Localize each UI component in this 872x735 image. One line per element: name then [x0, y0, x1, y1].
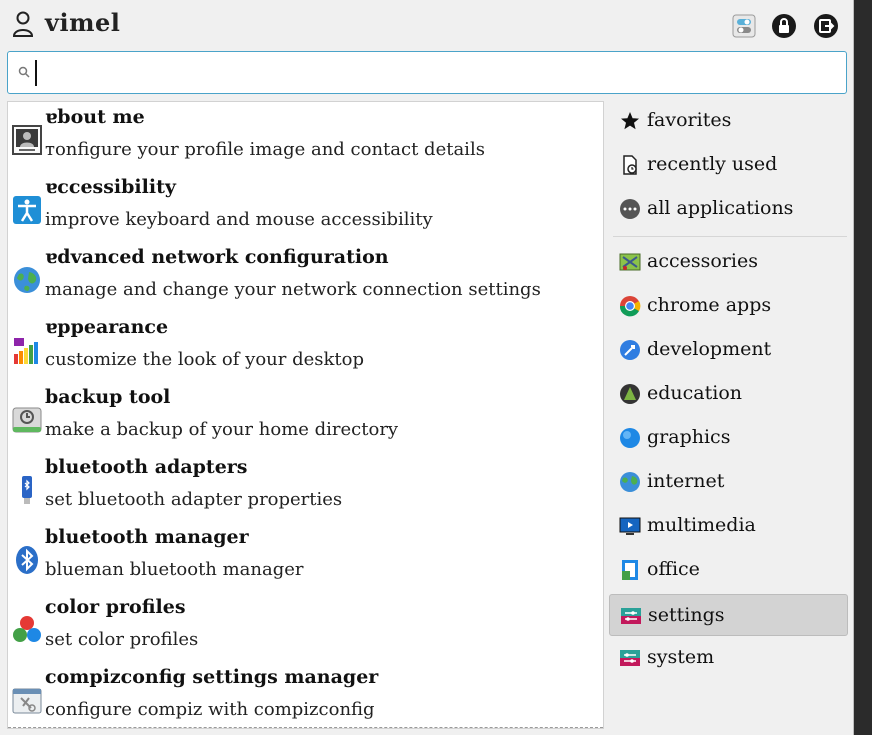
category-office[interactable]: office	[609, 549, 848, 591]
education-icon	[620, 384, 640, 404]
app-description: configure compiz with compizconfig	[45, 699, 375, 720]
lock-icon[interactable]	[771, 13, 797, 39]
app-name: bluetooth manager	[45, 526, 249, 548]
app-name: compizconfig settings manager	[45, 666, 379, 688]
category-development[interactable]: development	[609, 329, 848, 371]
app-description: set color profiles	[45, 629, 199, 650]
text-cursor	[35, 60, 37, 86]
category-label: multimedia	[647, 514, 756, 536]
color-circles-icon	[13, 616, 41, 642]
app-name: bluetooth adapters	[45, 456, 248, 478]
settings-icon	[621, 608, 641, 624]
category-graphics[interactable]: graphics	[609, 417, 848, 459]
user-icon[interactable]	[12, 10, 34, 38]
app-description: ᴛonfigure your profile image and contact…	[45, 139, 485, 160]
system-icon	[620, 650, 640, 666]
app-item-accessibility[interactable]: ɐccessibility improve keyboard and mouse…	[8, 172, 603, 242]
category-label: internet	[647, 470, 725, 492]
internet-icon	[620, 472, 640, 492]
category-label: chrome apps	[647, 294, 772, 316]
recent-doc-icon	[623, 155, 637, 175]
category-settings[interactable]: settings	[609, 594, 848, 636]
category-label: accessories	[647, 250, 758, 272]
office-icon	[622, 560, 638, 580]
star-icon	[621, 112, 639, 130]
app-name: ɐppearance	[45, 316, 169, 338]
application-menu: ᴠimel ɐbout me ᴛonfigure your profile im…	[0, 0, 854, 735]
accessibility-icon	[13, 196, 41, 224]
palette-icon	[14, 338, 38, 364]
username-label: ᴠimel	[45, 8, 121, 37]
bluetooth-icon	[16, 546, 38, 574]
category-label: favorites	[647, 109, 732, 131]
app-description: set bluetooth adapter properties	[45, 489, 343, 510]
app-item-about-me[interactable]: ɐbout me ᴛonfigure your profile image an…	[8, 102, 603, 172]
multimedia-icon	[619, 517, 641, 535]
application-list[interactable]: ɐbout me ᴛonfigure your profile image an…	[7, 101, 604, 729]
category-list: favorites recently used all applications	[609, 100, 851, 730]
globe-icon	[14, 267, 40, 293]
category-system[interactable]: system	[609, 637, 848, 679]
search-input[interactable]	[40, 58, 834, 90]
app-description: blueman bluetooth manager	[45, 559, 304, 580]
app-item-advanced-network-configuration[interactable]: ɐdvanced network configuration manage an…	[8, 242, 603, 312]
compiz-icon	[12, 688, 42, 714]
category-label: development	[647, 338, 772, 360]
dots-icon	[620, 199, 640, 219]
category-label: office	[647, 558, 700, 580]
category-accessories[interactable]: accessories	[609, 241, 848, 283]
app-description: make a backup of your home directory	[45, 419, 399, 440]
category-chrome-apps[interactable]: chrome apps	[609, 285, 848, 327]
app-item-compizconfig-settings-manager[interactable]: compizconfig settings manager configure …	[8, 662, 603, 728]
app-name: color profiles	[45, 596, 186, 618]
graphics-icon	[620, 428, 640, 448]
app-description: customize the look of your desktop	[45, 349, 364, 370]
development-icon	[620, 340, 640, 360]
category-internet[interactable]: internet	[609, 461, 848, 503]
category-label: all applications	[647, 197, 794, 219]
category-label: system	[647, 646, 715, 668]
app-name: backup tool	[45, 386, 171, 408]
category-label: graphics	[647, 426, 731, 448]
accessories-icon	[619, 253, 641, 271]
app-item-color-profiles[interactable]: color profiles set color profiles	[8, 592, 603, 662]
app-item-bluetooth-manager[interactable]: bluetooth manager blueman bluetooth mana…	[8, 522, 603, 592]
search-icon	[18, 66, 30, 78]
logout-icon[interactable]	[813, 13, 839, 39]
category-education[interactable]: education	[609, 373, 848, 415]
category-label: settings	[648, 604, 725, 626]
menu-header: ᴠimel	[0, 0, 854, 48]
app-item-backup-tool[interactable]: backup tool make a backup of your home d…	[8, 382, 603, 452]
category-recently-used[interactable]: recently used	[609, 144, 848, 186]
chrome-icon	[619, 296, 641, 317]
app-item-bluetooth-adapters[interactable]: bluetooth adapters set bluetooth adapter…	[8, 452, 603, 522]
app-name: ɐdvanced network configuration	[45, 246, 389, 268]
app-item-appearance[interactable]: ɐppearance customize the look of your de…	[8, 312, 603, 382]
search-box[interactable]	[7, 51, 847, 94]
category-favorites[interactable]: favorites	[609, 100, 848, 142]
category-multimedia[interactable]: multimedia	[609, 505, 848, 547]
category-all-applications[interactable]: all applications	[609, 188, 848, 230]
usb-bluetooth-icon	[22, 476, 32, 504]
app-name: ɐbout me	[45, 106, 145, 128]
category-label: recently used	[647, 153, 778, 175]
user-photo-icon	[12, 125, 42, 155]
app-description: improve keyboard and mouse accessibility	[45, 209, 433, 230]
category-label: education	[647, 382, 742, 404]
app-description: manage and change your network connectio…	[45, 279, 541, 300]
settings-toggle-icon[interactable]	[731, 13, 757, 39]
app-name: ɐccessibility	[45, 176, 176, 198]
backup-drive-icon	[12, 407, 42, 433]
